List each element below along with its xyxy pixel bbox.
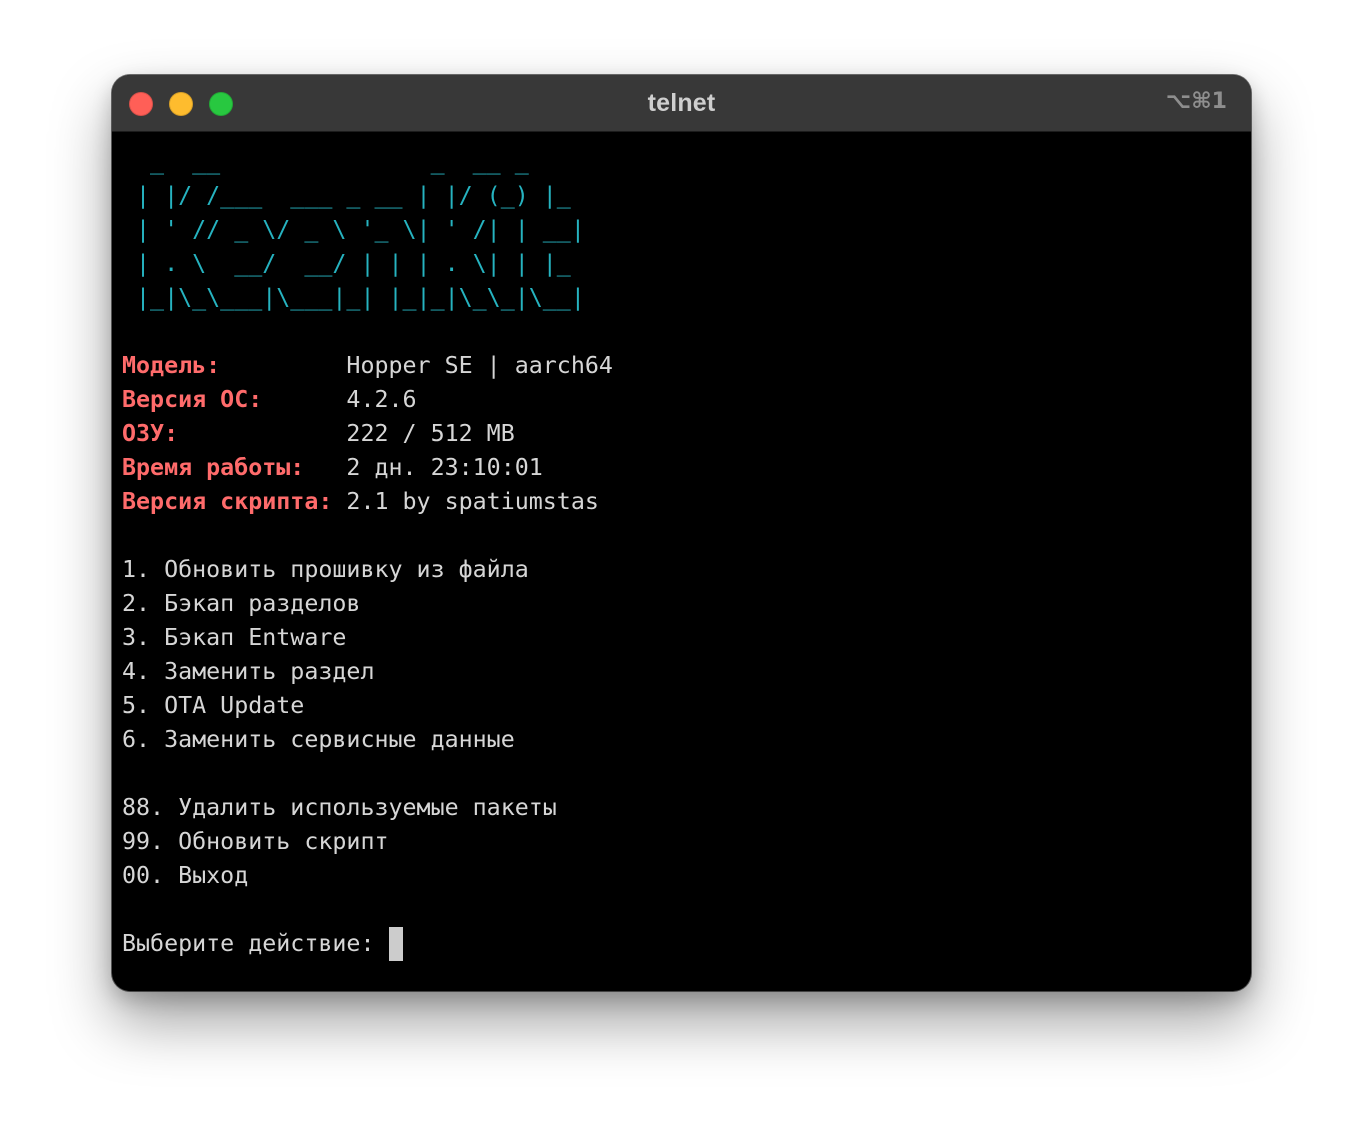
info-padding: [178, 420, 346, 447]
menu-item-replace-service-data: 6. Заменить сервисные данные: [122, 726, 515, 753]
banner-line: _ __ _ __ _: [122, 148, 543, 175]
window-shortcut-label: ⌥⌘1: [1165, 89, 1227, 114]
info-padding: [332, 488, 346, 515]
info-row-script-version: Версия скрипта: 2.1 by spatiumstas: [122, 485, 1241, 519]
info-padding: [220, 352, 346, 379]
prompt-line[interactable]: Выберите действие:: [122, 927, 1241, 961]
info-row-ram: ОЗУ: 222 / 512 MB: [122, 417, 1241, 451]
info-label: Версия скрипта:: [122, 488, 333, 515]
menu-item-replace-partition: 4. Заменить раздел: [122, 658, 375, 685]
info-label: Версия ОС:: [122, 386, 263, 413]
info-row-model: Модель: Hopper SE | aarch64: [122, 349, 1241, 383]
info-value: 2 дн. 23:10:01: [346, 454, 543, 481]
info-value: 4.2.6: [346, 386, 417, 413]
info-row-uptime: Время работы: 2 дн. 23:10:01: [122, 451, 1241, 485]
info-value: 222 / 512 MB: [346, 420, 515, 447]
menu-item-remove-packages: 88. Удалить используемые пакеты: [122, 794, 557, 821]
info-padding: [262, 386, 346, 413]
info-value: 2.1 by spatiumstas: [346, 488, 599, 515]
menu-item-exit: 00. Выход: [122, 862, 249, 889]
prompt-text: Выберите действие:: [122, 930, 389, 957]
terminal-output[interactable]: _ __ _ __ _ | |/ /___ ___ _ __ | |/ (_) …: [122, 145, 1241, 991]
banner-line: | ' // _ \/ _ \ '_ \| ' /| | __|: [122, 216, 585, 243]
title-bar[interactable]: telnet ⌥⌘1: [112, 75, 1251, 132]
banner-line: | |/ /___ ___ _ __ | |/ (_) |_: [122, 182, 585, 209]
menu-item-backup-entware: 3. Бэкап Entware: [122, 624, 347, 651]
banner-line: | . \ __/ __/ | | | . \| | |_: [122, 250, 585, 277]
info-row-os-version: Версия ОС: 4.2.6: [122, 383, 1241, 417]
info-label: ОЗУ:: [122, 420, 179, 447]
info-label: Время работы:: [122, 454, 305, 481]
info-value: Hopper SE | aarch64: [346, 352, 613, 379]
menu-item-update-firmware: 1. Обновить прошивку из файла: [122, 556, 529, 583]
terminal-window: telnet ⌥⌘1 _ __ _ __ _ | |/ /___ ___ _ _…: [112, 75, 1251, 991]
window-title: telnet: [647, 89, 716, 117]
info-padding: [304, 454, 346, 481]
banner-line: |_|\_\___|\___|_| |_|_|\_\_|\__|: [122, 284, 585, 311]
menu-item-update-script: 99. Обновить скрипт: [122, 828, 389, 855]
info-label: Модель:: [122, 352, 221, 379]
text-cursor[interactable]: [388, 927, 403, 961]
menu-item-backup-partitions: 2. Бэкап разделов: [122, 590, 361, 617]
menu-item-ota-update: 5. OTA Update: [122, 692, 305, 719]
